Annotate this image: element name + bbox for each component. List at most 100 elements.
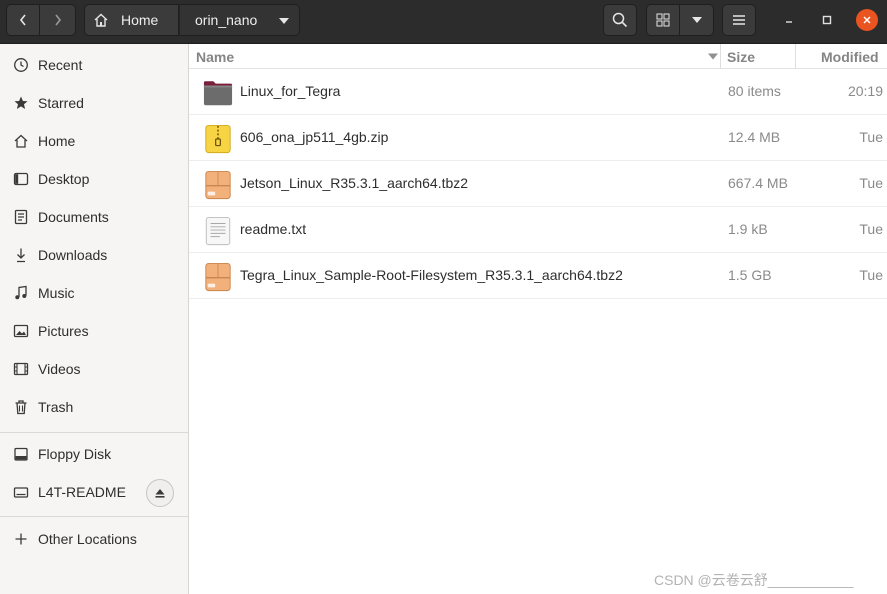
sidebar-item-trash[interactable]: Trash bbox=[0, 389, 188, 425]
sidebar-item-label: Home bbox=[38, 133, 76, 149]
file-list: Name Size Modified Linux_for_Tegra 80 it… bbox=[189, 44, 887, 594]
sidebar-item-home[interactable]: Home bbox=[0, 123, 188, 159]
sidebar-item-pictures[interactable]: Pictures bbox=[0, 313, 188, 349]
sidebar-item-label: Desktop bbox=[38, 171, 90, 187]
column-divider bbox=[795, 44, 796, 69]
sidebar-item-label: Documents bbox=[38, 209, 109, 225]
view-options-button[interactable] bbox=[680, 4, 714, 36]
breadcrumb-home[interactable]: Home bbox=[84, 4, 179, 36]
sidebar-item-starred[interactable]: Starred bbox=[0, 85, 188, 121]
file-modified: Tue bbox=[859, 129, 883, 145]
close-icon bbox=[863, 16, 871, 24]
close-button[interactable] bbox=[856, 9, 878, 31]
main-menu-button[interactable] bbox=[722, 4, 756, 36]
table-row[interactable]: Tegra_Linux_Sample-Root-Filesystem_R35.3… bbox=[189, 253, 887, 299]
sidebar: Recent Starred Home Desktop Documents Do… bbox=[0, 44, 189, 594]
home-icon bbox=[12, 133, 29, 150]
sidebar-item-label: Recent bbox=[38, 57, 83, 73]
music-icon bbox=[12, 285, 29, 302]
sort-descending-icon bbox=[708, 53, 718, 60]
tar-archive-icon bbox=[205, 262, 231, 292]
file-modified: 20:19 bbox=[847, 83, 883, 99]
file-modified: Tue bbox=[859, 221, 883, 237]
sidebar-item-label: Pictures bbox=[38, 323, 89, 339]
file-name: Jetson_Linux_R35.3.1_aarch64.tbz2 bbox=[240, 175, 469, 191]
star-icon bbox=[12, 95, 29, 112]
file-size: 667.4 MB bbox=[728, 175, 788, 191]
file-name: Linux_for_Tegra bbox=[240, 83, 341, 99]
eject-button[interactable] bbox=[146, 479, 174, 507]
tar-archive-icon bbox=[205, 170, 231, 200]
sidebar-separator bbox=[0, 432, 188, 433]
column-header-modified[interactable]: Modified bbox=[821, 44, 879, 69]
breadcrumb-home-label: Home bbox=[121, 12, 159, 28]
sidebar-item-music[interactable]: Music bbox=[0, 275, 188, 311]
column-header-name-label: Name bbox=[196, 48, 235, 65]
sidebar-item-downloads[interactable]: Downloads bbox=[0, 237, 188, 273]
sidebar-item-label: Trash bbox=[38, 399, 74, 415]
sidebar-item-label: Videos bbox=[38, 361, 81, 377]
sidebar-item-label: Downloads bbox=[38, 247, 108, 263]
file-modified: Tue bbox=[859, 267, 883, 283]
search-button[interactable] bbox=[603, 4, 637, 36]
desktop-icon bbox=[12, 171, 29, 188]
minimize-icon bbox=[786, 21, 792, 23]
table-row[interactable]: 606_ona_jp511_4gb.zip 12.4 MB Tue bbox=[189, 115, 887, 161]
column-header-row: Name Size Modified bbox=[189, 44, 887, 69]
sidebar-item-recent[interactable]: Recent bbox=[0, 47, 188, 83]
chevron-right-icon bbox=[54, 14, 61, 26]
sidebar-item-desktop[interactable]: Desktop bbox=[0, 161, 188, 197]
documents-icon bbox=[12, 209, 29, 226]
folder-icon bbox=[203, 81, 233, 106]
maximize-button[interactable] bbox=[816, 9, 838, 31]
sidebar-item-floppy-disk[interactable]: Floppy Disk bbox=[0, 436, 188, 472]
file-name: readme.txt bbox=[240, 221, 307, 237]
file-modified: Tue bbox=[859, 175, 883, 191]
grid-view-icon bbox=[656, 13, 670, 27]
table-row[interactable]: Jetson_Linux_R35.3.1_aarch64.tbz2 667.4 … bbox=[189, 161, 887, 207]
download-icon bbox=[12, 247, 29, 264]
plus-icon bbox=[12, 531, 29, 548]
eject-icon bbox=[155, 489, 165, 498]
home-icon bbox=[94, 13, 108, 27]
column-header-modified-label: Modified bbox=[821, 48, 879, 65]
clock-icon bbox=[12, 57, 29, 74]
videos-icon bbox=[12, 361, 29, 378]
sidebar-item-l4t-readme[interactable]: L4T-README bbox=[0, 474, 188, 510]
search-icon bbox=[612, 12, 628, 28]
chevron-left-icon bbox=[19, 14, 26, 26]
back-button[interactable] bbox=[6, 4, 40, 36]
sidebar-item-other-locations[interactable]: Other Locations bbox=[0, 521, 188, 557]
hamburger-icon bbox=[733, 15, 745, 25]
sidebar-item-label: L4T-README bbox=[38, 484, 126, 500]
view-toggle-button[interactable] bbox=[646, 4, 680, 36]
file-name: 606_ona_jp511_4gb.zip bbox=[240, 129, 389, 145]
file-name: Tegra_Linux_Sample-Root-Filesystem_R35.3… bbox=[240, 267, 623, 283]
sidebar-item-videos[interactable]: Videos bbox=[0, 351, 188, 387]
maximize-icon bbox=[822, 15, 832, 25]
column-header-size-label: Size bbox=[727, 48, 756, 65]
sidebar-item-label: Floppy Disk bbox=[38, 446, 112, 462]
column-divider bbox=[720, 44, 721, 69]
column-header-name[interactable]: Name bbox=[196, 44, 720, 69]
table-row[interactable]: readme.txt 1.9 kB Tue bbox=[189, 207, 887, 253]
sidebar-item-label: Starred bbox=[38, 95, 84, 111]
sidebar-item-documents[interactable]: Documents bbox=[0, 199, 188, 235]
watermark: CSDN @云卷云舒___________ bbox=[654, 572, 854, 588]
column-header-size[interactable]: Size bbox=[727, 44, 755, 69]
trash-icon bbox=[12, 399, 29, 416]
breadcrumb-current[interactable]: orin_nano bbox=[179, 4, 300, 36]
table-row[interactable]: Linux_for_Tegra 80 items 20:19 bbox=[189, 69, 887, 115]
text-file-icon bbox=[205, 216, 231, 246]
forward-button[interactable] bbox=[40, 4, 76, 36]
sidebar-separator bbox=[0, 516, 188, 517]
drive-icon bbox=[12, 446, 29, 463]
file-size: 12.4 MB bbox=[728, 129, 781, 145]
caret-down-icon bbox=[691, 17, 702, 23]
minimize-button[interactable] bbox=[778, 9, 800, 31]
caret-down-icon bbox=[279, 18, 289, 24]
sidebar-item-label: Other Locations bbox=[38, 531, 137, 547]
zip-archive-icon bbox=[205, 124, 231, 154]
file-size: 80 items bbox=[728, 83, 781, 99]
file-size: 1.5 GB bbox=[728, 267, 772, 283]
